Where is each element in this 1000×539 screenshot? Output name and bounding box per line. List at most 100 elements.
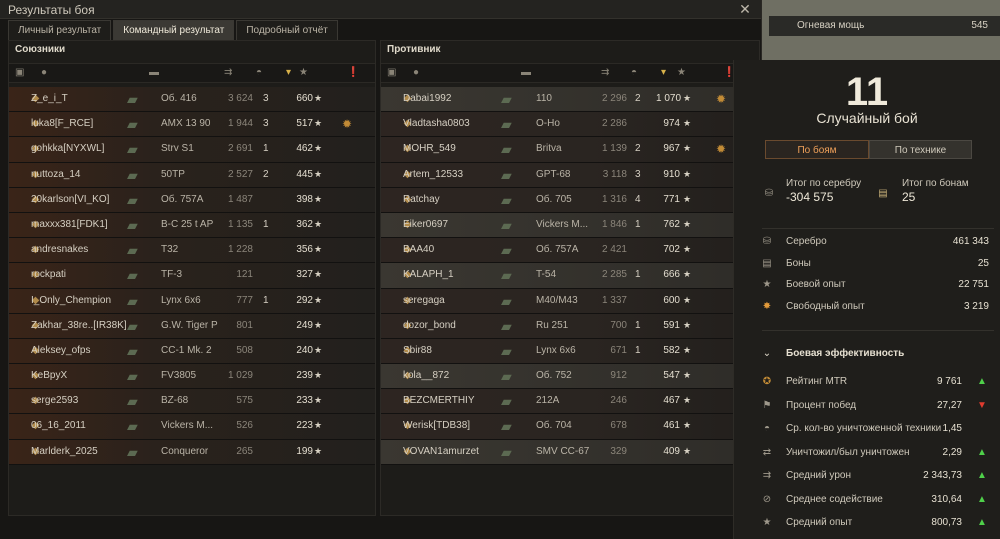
player-name[interactable]: 06_16_2011: [31, 420, 86, 431]
player-column-icon[interactable]: ●: [413, 67, 419, 78]
medal-column-icon[interactable]: ❗: [347, 67, 359, 78]
damage-column-icon[interactable]: ⇉: [601, 67, 609, 78]
table-row[interactable]: ◆ KALAPH_1 ▰ T-54 2 285 1 666 ★: [381, 263, 759, 289]
player-name[interactable]: seregaga: [403, 295, 445, 306]
table-row[interactable]: ◆ serge2593 ▰ BZ-68 575 233 ★: [9, 389, 375, 415]
kills-column-icon[interactable]: ◓: [631, 67, 637, 78]
player-name[interactable]: Vladtasha0803: [403, 118, 470, 129]
player-name[interactable]: Ratchay: [403, 194, 440, 205]
table-row[interactable]: ◆ BAA40 ▰ Об. 757А 2 421 702 ★: [381, 238, 759, 264]
player-name[interactable]: Dabai1992: [403, 93, 451, 104]
table-row[interactable]: ◆ rockpati ▰ TF-3 121 327 ★: [9, 263, 375, 289]
player-name[interactable]: maxxx381[FDK1]: [31, 219, 108, 230]
clan-column-icon[interactable]: ▣: [387, 67, 396, 78]
table-row[interactable]: ◆ dozor_bond ▰ Ru 251 700 1 591 ★: [381, 313, 759, 339]
allies-title: Союзники: [15, 44, 66, 55]
xp-column-icon[interactable]: ★: [299, 67, 308, 78]
vehicle-column-icon[interactable]: ▬: [521, 67, 531, 78]
player-name[interactable]: BEZCMERTHIY: [403, 395, 475, 406]
player-name[interactable]: rockpati: [31, 269, 66, 280]
xp-column-icon[interactable]: ★: [677, 67, 686, 78]
table-row[interactable]: ◆ Dabai1992 ▰ 110 2 296 2 1 070 ★ ✹: [381, 87, 759, 113]
table-row[interactable]: ◆ BEZCMERTHIY ▰ 212A 246 467 ★: [381, 389, 759, 415]
table-row[interactable]: ◆ Z_e_i_T ▰ Об. 416 3 624 3 660 ★: [9, 87, 375, 113]
player-name[interactable]: kola__872: [403, 370, 449, 381]
xp-value: 771: [663, 193, 680, 205]
table-row[interactable]: ◆ Sbir88 ▰ Lynx 6x6 671 1 582 ★: [381, 338, 759, 365]
table-row[interactable]: ◆ KeBpyX ▰ FV3805 1 029 239 ★: [9, 364, 375, 390]
vehicle-name: GPT-68: [536, 168, 571, 180]
stat-label: Боны: [786, 257, 811, 269]
table-row[interactable]: ◆ VOVAN1amurzet ▰ SMV CC-67 329 409 ★: [381, 439, 759, 465]
player-name[interactable]: VOVAN1amurzet: [403, 446, 479, 457]
trend-down-icon: ▼: [977, 399, 987, 411]
player-name[interactable]: Marlderk_2025: [31, 446, 98, 457]
player-name[interactable]: KALAPH_1: [403, 269, 454, 280]
kills-value: 1: [263, 294, 269, 306]
player-name[interactable]: gohkka[NYXWL]: [31, 143, 104, 154]
vehicle-column-icon[interactable]: ▬: [149, 67, 159, 78]
table-row[interactable]: ◆ Aleksey_ofps ▰ CC-1 Mk. 2 508 240 ★: [9, 338, 375, 365]
close-icon[interactable]: ✕: [737, 1, 753, 17]
player-column-icon[interactable]: ●: [41, 67, 47, 78]
table-row[interactable]: ◆ kola__872 ▰ Об. 752 912 547 ★: [381, 364, 759, 390]
player-name[interactable]: Werisk[TDB38]: [403, 420, 470, 431]
tab-detailed[interactable]: Подробный отчёт: [236, 20, 338, 40]
table-row[interactable]: ◆ 20karlson[VI_KO] ▰ Об. 757А 1 487 398 ★: [9, 187, 375, 213]
player-name[interactable]: I_Only_Chempion: [31, 295, 111, 306]
table-row[interactable]: ◆ Ratchay ▰ Об. 705 1 316 4 771 ★: [381, 187, 759, 213]
player-name[interactable]: serge2593: [31, 395, 78, 406]
silver-total-value: -304 575: [786, 190, 834, 204]
by-battles-toggle[interactable]: По боям: [765, 140, 869, 159]
by-vehicle-toggle[interactable]: По технике: [869, 140, 972, 159]
table-row[interactable]: ◆ gohkka[NYXWL] ▰ Strv S1 2 691 1 462 ★: [9, 137, 375, 163]
table-row[interactable]: ◆ 06_16_2011 ▰ Vickers M... 526 223 ★: [9, 414, 375, 440]
tab-team[interactable]: Командный результат: [113, 20, 235, 40]
table-row[interactable]: ◆ Marlderk_2025 ▰ Conqueror 265 199 ★: [9, 439, 375, 465]
efficiency-title[interactable]: Боевая эффективность: [786, 348, 904, 359]
table-row[interactable]: ◆ seregaga ▰ M40/M43 1 337 600 ★: [381, 288, 759, 314]
star-icon: ★: [314, 118, 323, 129]
table-row[interactable]: ◆ Zakhar_38re..[IR38K] ▰ G.W. Tiger P 801 249…: [9, 313, 375, 339]
player-name[interactable]: Artem_12533: [403, 169, 463, 180]
xp-value: 249: [296, 319, 313, 331]
star-icon: ★: [683, 269, 692, 280]
medal-icon[interactable]: ✹: [716, 142, 726, 156]
xp-value: 467: [663, 395, 680, 407]
player-name[interactable]: Zakhar_38re..[IR38K]: [31, 320, 127, 331]
player-name[interactable]: Aleksey_ofps: [31, 345, 90, 356]
table-row[interactable]: ◆ nuttoza_14 ▰ 50TP 2 527 2 445 ★: [9, 162, 375, 188]
player-name[interactable]: MOHR_549: [403, 143, 456, 154]
tab-personal[interactable]: Личный результат: [8, 20, 112, 40]
medal-icon[interactable]: ✹: [716, 92, 726, 106]
vehicle-name: FV3805: [161, 370, 197, 382]
table-row[interactable]: ◆ Eiker0697 ▰ Vickers M... 1 846 1 762 ★: [381, 212, 759, 239]
player-name[interactable]: Z_e_i_T: [31, 93, 68, 104]
table-row[interactable]: ◆ I_Only_Chempion ▰ Lynx 6x6 777 1 292 ★: [9, 288, 375, 314]
player-name[interactable]: Sbir88: [403, 345, 432, 356]
player-name[interactable]: nuttoza_14: [31, 169, 81, 180]
table-row[interactable]: ◆ Werisk[TDB38] ▰ Об. 704 678 461 ★: [381, 414, 759, 440]
table-row[interactable]: ◆ MOHR_549 ▰ Britva 1 139 2 967 ★ ✹: [381, 137, 759, 163]
chevron-down-icon[interactable]: ⌄: [760, 348, 774, 359]
kills-column-icon[interactable]: ◓: [256, 67, 262, 78]
player-name[interactable]: 20karlson[VI_KO]: [31, 194, 109, 205]
player-name[interactable]: andresnakes: [31, 244, 88, 255]
player-name[interactable]: luka8[F_RCE]: [31, 118, 93, 129]
player-name[interactable]: BAA40: [403, 244, 434, 255]
player-name[interactable]: Eiker0697: [403, 219, 448, 230]
medal-icon[interactable]: ✹: [342, 117, 352, 131]
table-row[interactable]: ◆ luka8[F_RCE] ▰ AMX 13 90 1 944 3 517 ★ ✹: [9, 112, 375, 138]
damage-value: 1 135: [227, 218, 253, 230]
table-row[interactable]: ◆ Vladtasha0803 ▰ O-Ho 2 286 974 ★: [381, 112, 759, 138]
damage-value: 912: [610, 370, 627, 382]
player-name[interactable]: KeBpyX: [31, 370, 67, 381]
clan-column-icon[interactable]: ▣: [15, 67, 24, 78]
table-row[interactable]: ◆ andresnakes ▰ T32 1 228 356 ★: [9, 238, 375, 264]
damage-column-icon[interactable]: ⇉: [224, 67, 232, 78]
player-name[interactable]: dozor_bond: [403, 320, 456, 331]
xp-value: 240: [296, 344, 313, 356]
stat-value: 461 343: [952, 236, 989, 247]
table-row[interactable]: ◆ Artem_12533 ▰ GPT-68 3 118 3 910 ★: [381, 162, 759, 188]
table-row[interactable]: ◆ maxxx381[FDK1] ▰ B-C 25 t AP 1 135 1 362 ★: [9, 212, 375, 239]
